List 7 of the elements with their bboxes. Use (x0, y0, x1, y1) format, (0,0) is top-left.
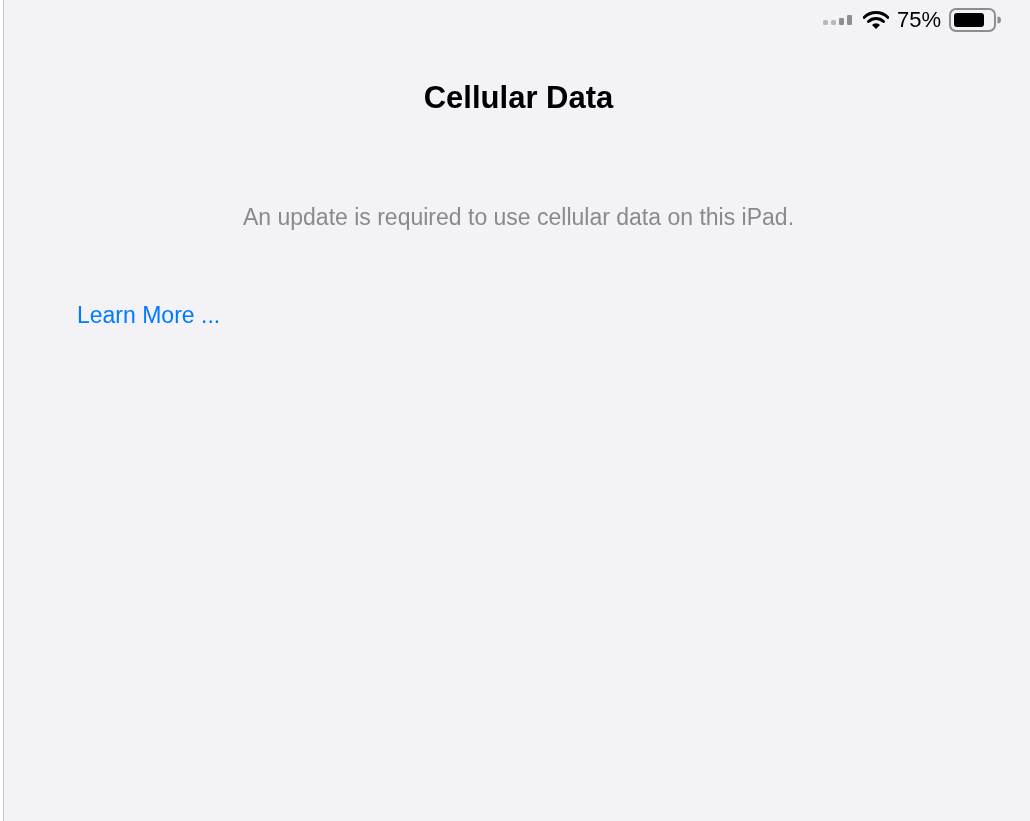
battery-percentage: 75% (896, 9, 941, 31)
wifi-icon (862, 10, 889, 30)
page-title: Cellular Data (423, 79, 614, 117)
battery-icon (949, 8, 1001, 32)
update-message: An update is required to use cellular data on this iPad. (242, 202, 795, 232)
signal-icon (822, 14, 855, 26)
learn-more-link[interactable]: Learn More ... (77, 302, 221, 328)
